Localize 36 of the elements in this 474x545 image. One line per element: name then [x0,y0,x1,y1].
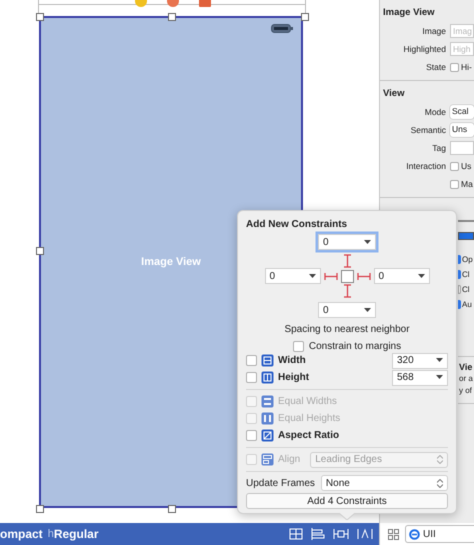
field-label: Interaction [405,161,446,171]
field-label: Tag [431,143,446,153]
height-class-label: Regular [54,527,98,541]
height-prefix: h [48,528,54,540]
constant-field[interactable]: 568 [392,370,448,386]
checkbox-label: Cl [462,285,470,294]
constraint-label: Align [278,454,300,465]
checkbox-label: Hi- [461,62,472,72]
checkbox-label: Ma [461,179,473,189]
image-view-label: Image View [141,256,201,268]
checkbox-label: Op [462,255,473,264]
field-label: Semantic [410,125,446,135]
add-constraints-button[interactable]: Add 4 Constraints [246,493,448,509]
library-item-title: Vie [459,361,474,373]
update-frames-popup[interactable]: None [320,475,448,491]
checkbox-label: Us [461,161,472,171]
filter-field[interactable]: UII [405,525,474,543]
checkbox-label: Au [462,300,472,309]
popup-button[interactable]: Scal [450,105,474,119]
width-class-label: ompact [0,527,43,541]
library-item-description: y of [459,385,473,397]
spacing-field[interactable]: 0 [318,302,376,318]
field-label: Highlighted [402,44,446,54]
popup-button[interactable]: Uns [450,123,474,137]
section-title: View [382,87,406,101]
spacing-field[interactable]: 0 [374,268,430,284]
library-item-description: or a [459,373,474,385]
checkbox-label: Constrain to margins [308,341,402,352]
spacing-field[interactable]: 0 [318,234,376,250]
checkbox-label: Cl [462,270,470,279]
field-label: State [425,62,446,72]
spacing-field[interactable]: 0 [264,268,320,284]
field-label: Mode [424,107,446,117]
section-title: Image View [382,6,436,20]
constant-field[interactable]: 320 [392,352,448,368]
field-label: Image [421,26,446,36]
